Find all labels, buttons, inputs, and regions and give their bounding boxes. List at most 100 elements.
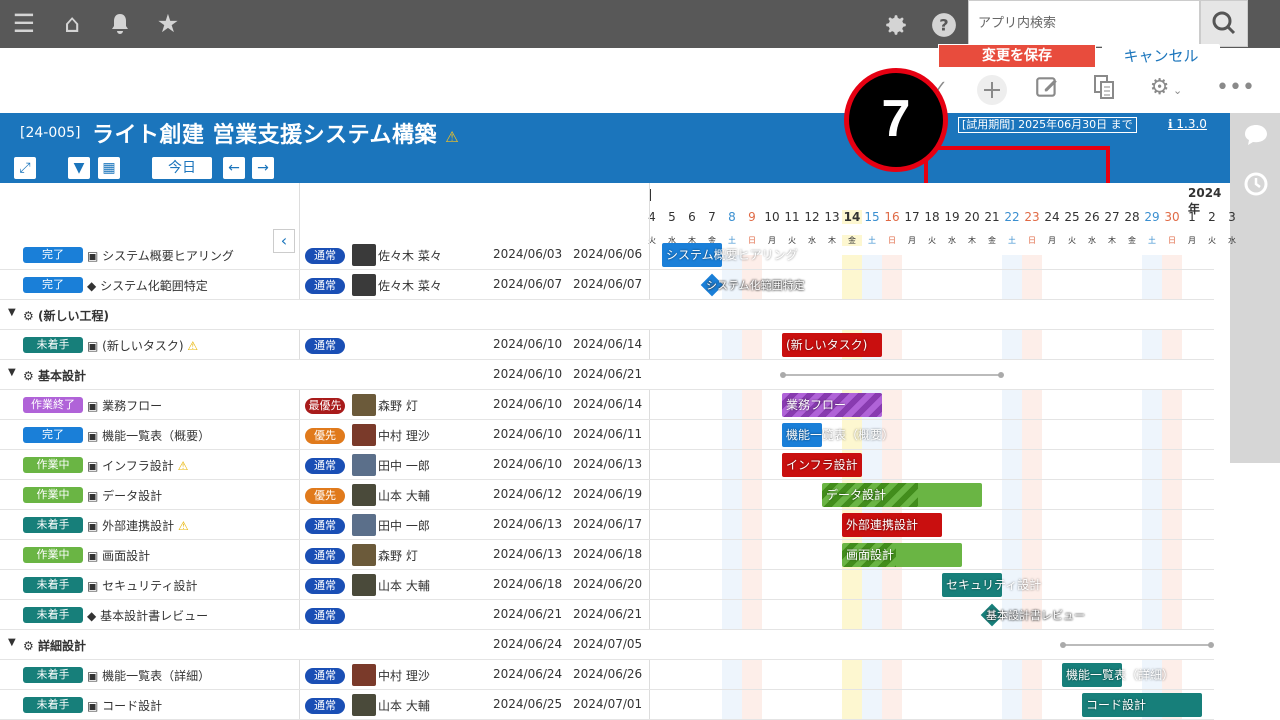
calendar-button[interactable]: ▦ <box>98 157 120 179</box>
status-badge[interactable]: 完了 <box>23 247 83 263</box>
priority-badge[interactable]: 通常 <box>305 248 345 264</box>
priority-badge[interactable]: 最優先 <box>305 398 345 414</box>
task-name[interactable]: ▣ データ設計 <box>87 487 162 504</box>
priority-badge[interactable]: 優先 <box>305 428 345 444</box>
home-icon[interactable]: ⌂ <box>58 11 86 36</box>
status-badge[interactable]: 作業終了 <box>23 397 83 413</box>
gantt-bar-label: データ設計 <box>826 488 887 502</box>
next-button[interactable]: → <box>252 157 274 179</box>
settings-dropdown-icon[interactable]: ⚙ ⌄ <box>1142 74 1190 105</box>
task-name[interactable]: ◆ システム化範囲特定 <box>87 277 208 294</box>
expand-toggle-icon[interactable]: ▼ <box>8 367 16 378</box>
status-badge[interactable]: 作業中 <box>23 457 83 473</box>
bell-icon[interactable] <box>106 12 134 40</box>
task-name[interactable]: ▣ 外部連携設計 ⚠ <box>87 517 189 534</box>
cancel-button[interactable]: キャンセル <box>1102 44 1220 68</box>
gantt-bar[interactable]: 画面設計 <box>842 543 962 567</box>
task-row[interactable]: 未着手 ▣ 機能一覧表（詳細） 通常 中村 理沙 2024/06/24 2024/06/2… <box>0 660 1214 690</box>
gantt-bar[interactable]: (新しいタスク) <box>782 333 882 357</box>
gantt-bar[interactable]: 外部連携設計 <box>842 513 942 537</box>
task-cube-icon: ▣ <box>87 549 99 563</box>
version-link[interactable]: ℹ 1.3.0 <box>1168 117 1207 131</box>
group-row[interactable]: ▼ ⚙ 詳細設計 2024/06/24 2024/07/05 <box>0 630 1214 660</box>
copy-icon[interactable] <box>1088 74 1120 108</box>
priority-badge[interactable]: 通常 <box>305 548 345 564</box>
save-changes-button[interactable]: 変更を保存 <box>938 44 1096 68</box>
group-row[interactable]: ▼ ⚙ (新しい工程) <box>0 300 1214 330</box>
priority-badge[interactable]: 通常 <box>305 698 345 714</box>
task-name[interactable]: ▣ 機能一覧表（詳細） <box>87 667 210 684</box>
gantt-bar[interactable]: 機能一覧表（詳細） <box>1062 663 1174 687</box>
priority-badge[interactable]: 通常 <box>305 578 345 594</box>
help-icon[interactable]: ? <box>930 12 958 42</box>
task-row[interactable]: 作業中 ▣ 画面設計 通常 森野 灯 2024/06/13 2024/06/18 <box>0 540 1214 570</box>
gear-icon[interactable] <box>882 12 910 42</box>
gantt-bar[interactable]: システム概要ヒアリング <box>662 243 798 267</box>
task-name[interactable]: ▣ システム概要ヒアリング <box>87 247 234 264</box>
priority-badge[interactable]: 通常 <box>305 458 345 474</box>
day-number: 15 <box>864 210 880 224</box>
gantt-bar[interactable]: セキュリティ設計 <box>942 573 1041 597</box>
status-badge[interactable]: 作業中 <box>23 487 83 503</box>
task-row[interactable]: 完了 ◆ システム化範囲特定 通常 佐々木 菜々 2024/06/07 2024/06/0… <box>0 270 1214 300</box>
status-badge[interactable]: 完了 <box>23 277 83 293</box>
task-row[interactable]: 作業中 ▣ データ設計 優先 山本 大輔 2024/06/12 2024/06/19 <box>0 480 1214 510</box>
task-name[interactable]: ◆ 基本設計書レビュー <box>87 607 208 624</box>
today-button[interactable]: 今日 <box>152 157 212 179</box>
more-icon[interactable]: ••• <box>1216 74 1255 102</box>
star-icon[interactable]: ★ <box>154 11 182 36</box>
gantt-bar-label: 業務フロー <box>786 398 847 412</box>
task-name[interactable]: ▣ インフラ設計 ⚠ <box>87 457 188 474</box>
history-icon[interactable] <box>1242 171 1270 199</box>
task-row[interactable]: 完了 ▣ 機能一覧表（概要） 優先 中村 理沙 2024/06/10 2024/06/11 <box>0 420 1214 450</box>
status-badge[interactable]: 作業中 <box>23 547 83 563</box>
search-input[interactable] <box>969 1 1199 46</box>
task-name[interactable]: ▣ (新しいタスク) ⚠ <box>87 337 198 354</box>
status-badge[interactable]: 未着手 <box>23 667 83 683</box>
task-row[interactable]: 未着手 ▣ コード設計 通常 山本 大輔 2024/06/25 2024/07/01 <box>0 690 1214 720</box>
add-icon[interactable] <box>976 74 1008 114</box>
end-date: 2024/06/06 <box>573 247 643 261</box>
task-row[interactable]: 作業終了 ▣ 業務フロー 最優先 森野 灯 2024/06/10 2024/06/14 <box>0 390 1214 420</box>
priority-badge[interactable]: 優先 <box>305 488 345 504</box>
status-badge[interactable]: 未着手 <box>23 577 83 593</box>
group-name-text: 詳細設計 <box>37 639 86 653</box>
task-name[interactable]: ▣ 画面設計 <box>87 547 150 564</box>
status-badge[interactable]: 未着手 <box>23 517 83 533</box>
task-row[interactable]: 未着手 ▣ 外部連携設計 ⚠ 通常 田中 一郎 2024/06/13 2024/06/17 <box>0 510 1214 540</box>
task-row[interactable]: 完了 ▣ システム概要ヒアリング 通常 佐々木 菜々 2024/06/03 2024/06… <box>0 240 1214 270</box>
hamburger-icon[interactable]: ☰ <box>10 11 38 36</box>
expand-toggle-icon[interactable]: ▼ <box>8 637 16 648</box>
gantt-bar-label: 機能一覧表（概要） <box>786 428 895 442</box>
search-button[interactable] <box>1200 0 1248 47</box>
task-name-text: 基本設計書レビュー <box>100 609 209 623</box>
filter-button[interactable]: ▼ <box>68 157 90 179</box>
expand-toggle-icon[interactable]: ▼ <box>8 307 16 318</box>
task-name[interactable]: ▣ コード設計 <box>87 697 162 714</box>
status-badge[interactable]: 未着手 <box>23 337 83 353</box>
gantt-bar[interactable]: 機能一覧表（概要） <box>782 423 894 447</box>
task-name[interactable]: ▣ 機能一覧表（概要） <box>87 427 210 444</box>
task-name[interactable]: ▣ セキュリティ設計 <box>87 577 197 594</box>
priority-badge[interactable]: 通常 <box>305 608 345 624</box>
priority-badge[interactable]: 通常 <box>305 518 345 534</box>
task-name[interactable]: ▣ 業務フロー <box>87 397 162 414</box>
expand-button[interactable]: ⤢ <box>14 157 36 179</box>
gantt-bar[interactable]: インフラ設計 <box>782 453 862 477</box>
status-badge[interactable]: 完了 <box>23 427 83 443</box>
edit-icon[interactable] <box>1031 74 1063 108</box>
comment-icon[interactable] <box>1242 123 1270 151</box>
task-row[interactable]: 未着手 ▣ (新しいタスク) ⚠ 通常 2024/06/10 2024/06/14 <box>0 330 1214 360</box>
gantt-bar[interactable]: コード設計 <box>1082 693 1202 717</box>
status-badge[interactable]: 未着手 <box>23 697 83 713</box>
priority-badge[interactable]: 通常 <box>305 668 345 684</box>
task-row[interactable]: 作業中 ▣ インフラ設計 ⚠ 通常 田中 一郎 2024/06/10 2024/06/13 <box>0 450 1214 480</box>
gantt-bar[interactable]: 業務フロー <box>782 393 882 417</box>
priority-badge[interactable]: 通常 <box>305 278 345 294</box>
group-row[interactable]: ▼ ⚙ 基本設計 2024/06/10 2024/06/21 <box>0 360 1214 390</box>
prev-button[interactable]: ← <box>223 157 245 179</box>
priority-badge[interactable]: 通常 <box>305 338 345 354</box>
status-badge[interactable]: 未着手 <box>23 607 83 623</box>
end-date: 2024/06/20 <box>573 577 643 591</box>
gantt-bar[interactable]: データ設計 <box>822 483 982 507</box>
